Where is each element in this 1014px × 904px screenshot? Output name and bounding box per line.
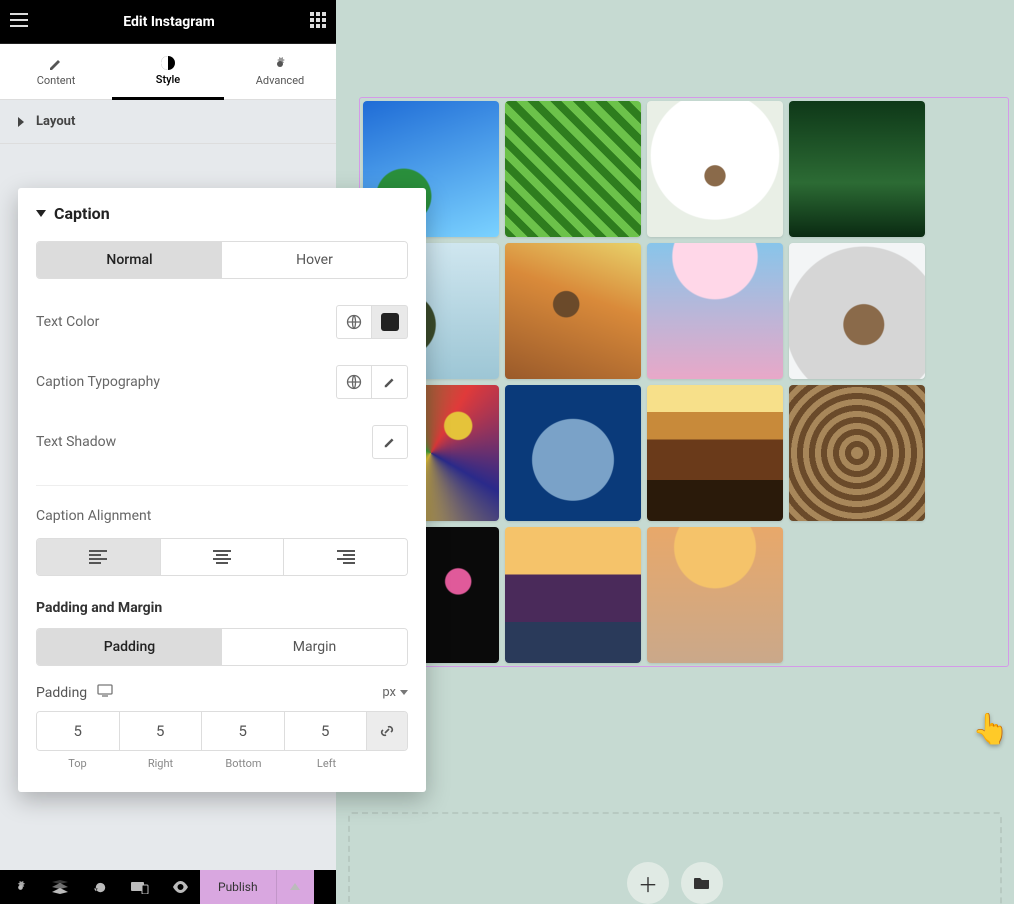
padding-left-input[interactable]	[285, 712, 367, 750]
menu-icon[interactable]	[10, 12, 28, 31]
state-normal[interactable]: Normal	[37, 242, 222, 278]
control-text-shadow: Text Shadow	[36, 425, 408, 459]
add-section-button[interactable]: ＋	[627, 862, 669, 904]
alignment-buttons	[36, 538, 408, 576]
padding-labels: Top Right Bottom Left	[36, 751, 408, 770]
publish-options-button[interactable]	[276, 870, 314, 904]
edit-typography-button[interactable]	[372, 365, 408, 399]
align-right-button[interactable]	[283, 539, 407, 575]
padding-top-input[interactable]	[37, 712, 119, 750]
tab-label: Style	[156, 73, 180, 86]
add-section-area[interactable]: ＋	[348, 812, 1002, 904]
sidebar-header: Edit Instagram	[0, 0, 336, 44]
bottom-bar: Publish	[0, 870, 336, 904]
gallery-image[interactable]	[789, 101, 925, 237]
padding-top-label: Top	[36, 751, 119, 770]
align-right-icon	[337, 550, 355, 564]
alignment-label: Caption Alignment	[36, 508, 408, 524]
editor-canvas[interactable]: 👆 ＋	[336, 0, 1014, 904]
padding-bottom-input[interactable]	[202, 712, 284, 750]
tab-label: Content	[37, 74, 76, 87]
gallery-image[interactable]	[505, 101, 641, 237]
padding-header: Padding px	[36, 684, 408, 701]
unit-label: px	[382, 685, 396, 700]
color-picker-button[interactable]	[372, 305, 408, 339]
state-hover[interactable]: Hover	[222, 242, 407, 278]
section-label: Layout	[36, 114, 75, 129]
caption-panel: Caption Normal Hover Text Color Caption …	[18, 188, 426, 792]
preview-icon[interactable]	[160, 870, 200, 904]
divider	[36, 485, 408, 486]
template-library-button[interactable]	[681, 862, 723, 904]
image-grid	[363, 101, 1005, 663]
caption-state-tabs: Normal Hover	[36, 241, 408, 279]
padding-left-label: Left	[285, 751, 368, 770]
history-icon[interactable]	[80, 870, 120, 904]
apps-icon[interactable]	[310, 12, 326, 32]
chevron-down-icon	[400, 690, 408, 696]
gallery-image[interactable]	[647, 243, 783, 379]
tab-advanced[interactable]: Advanced	[224, 44, 336, 99]
padding-inputs	[36, 711, 408, 751]
settings-icon[interactable]	[0, 870, 40, 904]
unit-selector[interactable]: px	[382, 685, 408, 700]
instagram-widget[interactable]	[360, 98, 1008, 666]
pm-tab-margin[interactable]: Margin	[222, 629, 407, 665]
tab-content[interactable]: Content	[0, 44, 112, 99]
control-text-color: Text Color	[36, 305, 408, 339]
panel-title: Edit Instagram	[28, 14, 310, 30]
caption-title: Caption	[54, 204, 110, 223]
padding-bottom-label: Bottom	[202, 751, 285, 770]
gallery-image[interactable]	[647, 527, 783, 663]
align-left-button[interactable]	[37, 539, 160, 575]
gallery-image[interactable]	[789, 243, 925, 379]
responsive-icon[interactable]	[97, 684, 113, 701]
edit-text-shadow-button[interactable]	[372, 425, 408, 459]
global-typography-button[interactable]	[336, 365, 372, 399]
folder-icon	[694, 876, 710, 890]
link-values-button[interactable]	[367, 712, 407, 750]
gallery-image[interactable]	[505, 385, 641, 521]
navigator-icon[interactable]	[40, 870, 80, 904]
gallery-image[interactable]	[647, 385, 783, 521]
gallery-image[interactable]	[505, 527, 641, 663]
gallery-image[interactable]	[789, 385, 925, 521]
gallery-image[interactable]	[505, 243, 641, 379]
section-layout[interactable]: Layout	[0, 100, 336, 144]
color-swatch	[381, 313, 399, 331]
control-typography: Caption Typography	[36, 365, 408, 399]
pm-tab-padding[interactable]: Padding	[37, 629, 222, 665]
typography-label: Caption Typography	[36, 374, 336, 390]
link-icon	[379, 723, 395, 739]
align-center-icon	[213, 550, 231, 564]
padding-right-label: Right	[119, 751, 202, 770]
section-caption-header[interactable]: Caption	[36, 204, 408, 223]
tab-label: Advanced	[256, 74, 304, 87]
panel-tabs: Content Style Advanced	[0, 44, 336, 100]
global-color-button[interactable]	[336, 305, 372, 339]
padding-margin-heading: Padding and Margin	[36, 600, 408, 616]
gallery-image[interactable]	[647, 101, 783, 237]
text-shadow-label: Text Shadow	[36, 434, 372, 450]
publish-button[interactable]: Publish	[200, 870, 276, 904]
padding-label: Padding	[36, 685, 87, 701]
cursor-hand-icon: 👆	[972, 712, 1009, 747]
responsive-mode-icon[interactable]	[120, 870, 160, 904]
padding-margin-tabs: Padding Margin	[36, 628, 408, 666]
align-left-icon	[89, 550, 107, 564]
tab-style[interactable]: Style	[112, 44, 224, 100]
align-center-button[interactable]	[160, 539, 284, 575]
text-color-label: Text Color	[36, 314, 336, 330]
padding-right-input[interactable]	[120, 712, 202, 750]
